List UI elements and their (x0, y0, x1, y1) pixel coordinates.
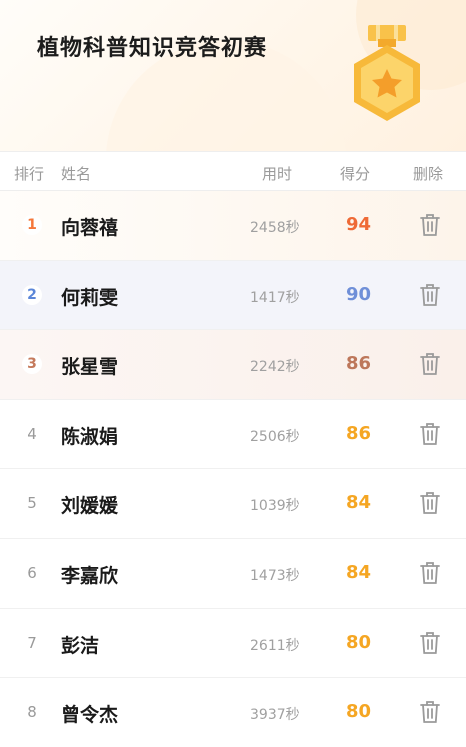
column-name: 姓名 (61, 165, 92, 183)
score-value: 80 (346, 631, 372, 653)
participant-name: 张星雪 (61, 356, 119, 379)
participant-name: 李嘉欣 (61, 564, 119, 587)
trash-icon[interactable] (419, 491, 441, 515)
score-value: 84 (346, 492, 372, 514)
table-row: 5 刘媛媛 1039秒 84 (0, 469, 466, 539)
table-row: 8 曾令杰 3937秒 80 (0, 678, 466, 747)
elapsed-time: 2506秒 (250, 428, 300, 445)
elapsed-time: 1417秒 (250, 289, 300, 306)
participant-name: 何莉雯 (61, 286, 119, 309)
elapsed-time: 3937秒 (250, 707, 300, 724)
trash-icon[interactable] (419, 352, 441, 376)
trash-icon[interactable] (419, 213, 441, 237)
table-row: 2 何莉雯 1417秒 90 (0, 260, 466, 331)
trash-icon[interactable] (419, 283, 441, 307)
ranking-list: 1 向蓉禧 2458秒 94 2 何莉雯 1417秒 90 3 张星雪 2242… (0, 191, 466, 747)
rank-badge: 2 (22, 284, 42, 305)
trash-icon[interactable] (419, 631, 441, 655)
participant-name: 陈淑娟 (61, 425, 119, 448)
trash-icon[interactable] (419, 422, 441, 446)
page-title: 植物科普知识竞答初赛 (37, 36, 268, 61)
column-rank: 排行 (14, 165, 45, 183)
rank-badge: 1 (22, 215, 42, 235)
elapsed-time: 2242秒 (250, 359, 300, 376)
rank-number: 6 (27, 563, 37, 582)
trash-icon[interactable] (419, 561, 441, 585)
table-row: 4 陈淑娟 2506秒 86 (0, 400, 466, 470)
score-value: 84 (346, 561, 372, 583)
column-time: 用时 (262, 165, 293, 183)
rank-number: 5 (27, 494, 37, 513)
column-delete: 删除 (413, 165, 444, 183)
header-banner: 植物科普知识竞答初赛 (0, 0, 466, 151)
table-row: 6 李嘉欣 1473秒 84 (0, 539, 466, 609)
participant-name: 彭洁 (61, 634, 100, 657)
table-row: 7 彭洁 2611秒 80 (0, 609, 466, 679)
table-row: 3 张星雪 2242秒 86 (0, 330, 466, 400)
score-value: 90 (346, 283, 372, 305)
elapsed-time: 2611秒 (250, 637, 300, 654)
rank-number: 8 (27, 703, 37, 722)
rank-number: 7 (27, 633, 37, 652)
participant-name: 曾令杰 (61, 704, 119, 727)
participant-name: 刘媛媛 (61, 495, 119, 518)
score-value: 86 (346, 422, 372, 444)
rank-number: 4 (27, 424, 37, 443)
score-value: 94 (346, 214, 372, 235)
participant-name: 向蓉禧 (61, 217, 119, 239)
elapsed-time: 2458秒 (250, 220, 300, 236)
score-value: 86 (346, 353, 372, 375)
score-value: 80 (346, 701, 372, 723)
table-header: 排行 姓名 用时 得分 删除 (0, 151, 466, 191)
table-row: 1 向蓉禧 2458秒 94 (0, 191, 466, 261)
elapsed-time: 1039秒 (250, 498, 300, 515)
column-score: 得分 (340, 165, 371, 183)
elapsed-time: 1473秒 (250, 567, 300, 584)
medal-icon (354, 25, 420, 121)
trash-icon[interactable] (419, 700, 441, 724)
rank-badge: 3 (22, 354, 42, 375)
